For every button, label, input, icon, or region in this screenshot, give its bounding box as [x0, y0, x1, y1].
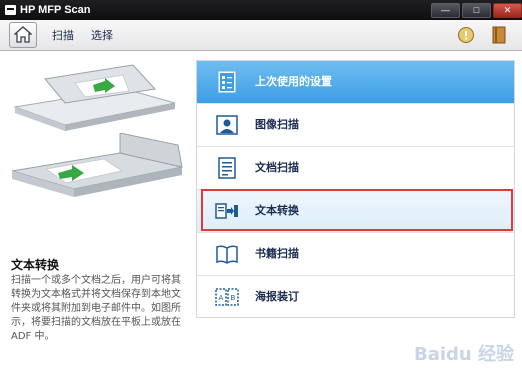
menu-item-label: 文档扫描: [255, 161, 299, 174]
adf-scanner-illustration: [13, 64, 176, 131]
window-title: HP MFP Scan: [20, 4, 91, 16]
nav-select[interactable]: 选择: [91, 27, 113, 43]
menu-item-label: 图像扫描: [255, 118, 299, 131]
panel-description: 扫描一个或多个文档之后，用户可将其转换为文本格式并将文档保存到本地文件夹或将其附…: [11, 275, 181, 342]
menu-item-label: 上次使用的设置: [255, 75, 332, 88]
close-button[interactable]: ✕: [493, 3, 522, 18]
menu-item-last-settings[interactable]: 上次使用的设置: [197, 61, 514, 104]
app-window: HP MFP Scan — □ ✕ 扫描 选择 文本转换 扫描一个或多个文档之后…: [0, 0, 522, 370]
watermark: Baidu 经验: [413, 344, 514, 365]
nav-scan[interactable]: 扫描: [52, 27, 74, 43]
description-pane: 文本转换 扫描一个或多个文档之后，用户可将其转换为文本格式并将文档保存到本地文件…: [0, 51, 193, 370]
title-bar: HP MFP Scan — □ ✕: [0, 0, 522, 20]
image-scan-icon: [216, 115, 238, 135]
svg-text:A: A: [219, 294, 224, 302]
home-icon: [14, 26, 32, 43]
menu-item-image-scan[interactable]: 图像扫描: [197, 104, 514, 147]
checklist-icon: [218, 71, 236, 93]
panel-title: 文本转换: [11, 258, 60, 272]
menu-item-book-scan[interactable]: 书籍扫描: [197, 233, 514, 276]
svg-text:B: B: [231, 294, 236, 302]
document-scan-icon: [218, 157, 236, 179]
minimize-button[interactable]: —: [431, 3, 460, 18]
maximize-button[interactable]: □: [462, 3, 491, 18]
home-button[interactable]: [9, 22, 37, 48]
menu-item-label: 海报装订: [255, 290, 299, 303]
help-icon[interactable]: [457, 26, 475, 44]
flatbed-scanner-illustration: [11, 133, 183, 197]
poster-icon: A B: [215, 288, 239, 306]
highlight-annotation: [201, 189, 513, 231]
menu-item-poster[interactable]: A B 海报装订: [197, 276, 514, 318]
menu-item-label: 书籍扫描: [255, 247, 299, 260]
menu-item-document-scan[interactable]: 文档扫描: [197, 147, 514, 190]
toolbar: 扫描 选择: [0, 20, 522, 51]
app-icon: [5, 5, 16, 15]
book-scan-icon: [216, 245, 238, 264]
book-icon[interactable]: [491, 26, 507, 44]
